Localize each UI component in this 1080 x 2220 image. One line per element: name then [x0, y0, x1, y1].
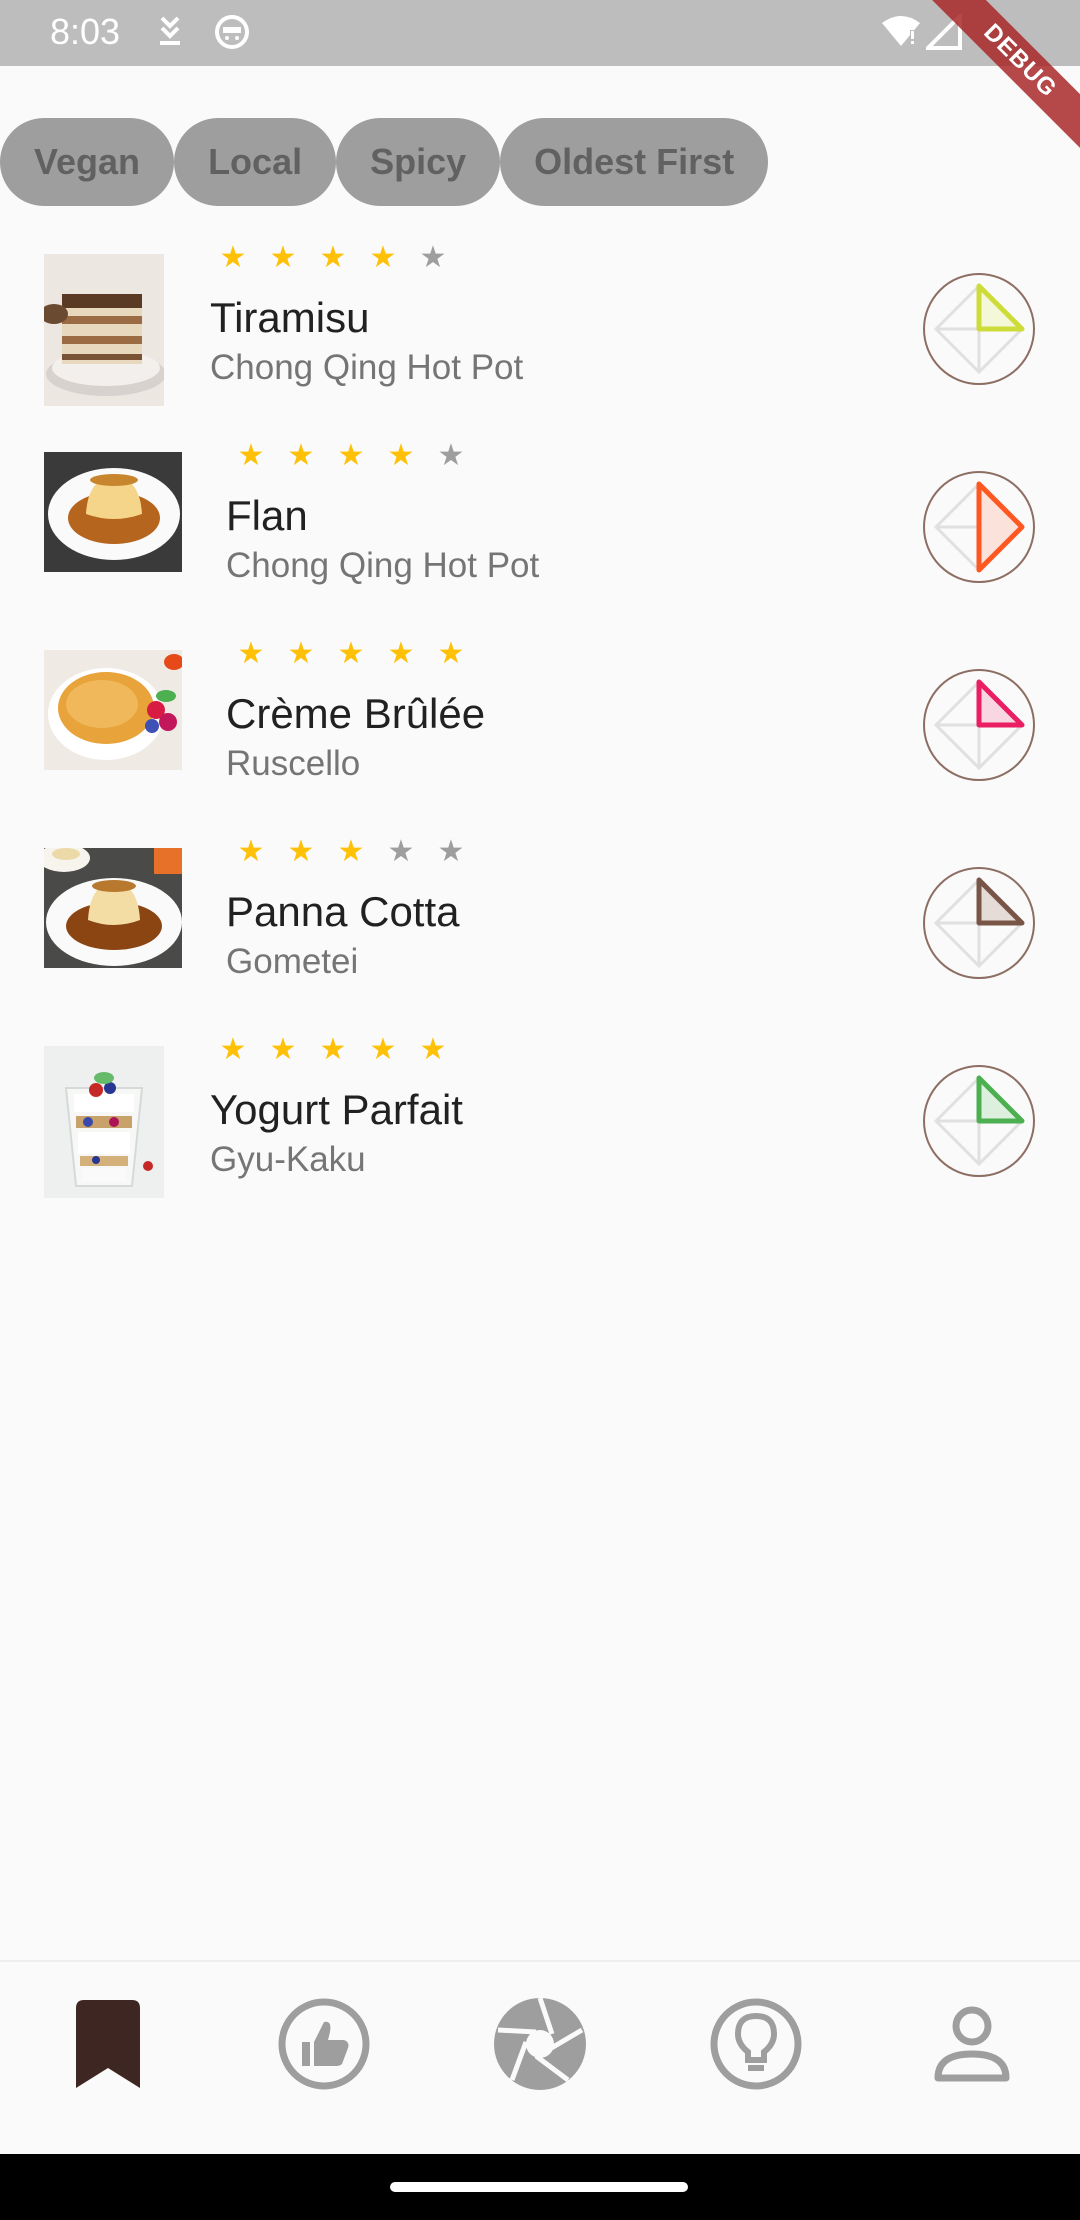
dish-restaurant: Chong Qing Hot Pot [226, 546, 540, 585]
dish-photo [44, 848, 182, 968]
thumb-up-icon [278, 1998, 370, 2090]
star-icon: ★ [387, 439, 415, 472]
lightbulb-icon [710, 1998, 802, 2090]
star-icon: ★ [337, 439, 365, 472]
dish-restaurant: Chong Qing Hot Pot [210, 348, 524, 387]
status-time: 8:03 [50, 11, 121, 52]
nav-profile[interactable] [922, 1994, 1022, 2094]
star-icon: ★ [387, 637, 415, 670]
star-icon: ★ [387, 835, 415, 868]
food-pyramid-button[interactable] [922, 470, 1036, 584]
camera-aperture-icon [494, 1997, 586, 2090]
home-gesture-handle[interactable] [390, 2182, 688, 2192]
dish-name: Panna Cotta [226, 888, 460, 935]
star-icon: ★ [337, 637, 365, 670]
list-item[interactable]: ★ ★ ★ ★ ★ Panna Cotta Gometei [0, 834, 1080, 1032]
dish-photo [44, 254, 164, 406]
rating-stars: ★ ★ ★ ★ ★ [236, 834, 466, 870]
list-item[interactable]: ★ ★ ★ ★ ★ Tiramisu Chong Qing Hot Pot [0, 240, 1080, 438]
rating-stars: ★ ★ ★ ★ ★ [236, 438, 466, 474]
wifi-icon [880, 14, 922, 53]
bookmark-icon [76, 2000, 140, 2088]
star-icon: ★ [369, 241, 397, 274]
star-icon: ★ [287, 637, 315, 670]
dish-name: Crème Brûlée [226, 690, 486, 737]
food-pyramid-button[interactable] [922, 272, 1036, 386]
list-item[interactable]: ★ ★ ★ ★ ★ Yogurt Parfait Gyu-Kaku [0, 1032, 1080, 1230]
nav-lightbulb[interactable] [706, 1994, 806, 2094]
dish-name: Tiramisu [210, 294, 370, 341]
bottom-navigation [0, 1960, 1080, 2156]
dish-restaurant: Gometei [226, 942, 359, 981]
star-icon: ★ [437, 439, 465, 472]
star-icon: ★ [437, 835, 465, 868]
star-icon: ★ [419, 241, 447, 274]
food-pyramid-button[interactable] [922, 668, 1036, 782]
cat-face-icon [214, 14, 250, 55]
filter-chips: Vegan Local Spicy Oldest First [0, 118, 769, 206]
filter-chip-oldest-first[interactable]: Oldest First [500, 118, 769, 206]
download-icon [158, 14, 182, 53]
filter-chip-spicy[interactable]: Spicy [336, 118, 501, 206]
dish-list: ★ ★ ★ ★ ★ Tiramisu Chong Qing Hot Pot ★ … [0, 240, 1080, 1230]
star-icon: ★ [269, 241, 297, 274]
list-item[interactable]: ★ ★ ★ ★ ★ Flan Chong Qing Hot Pot [0, 438, 1080, 636]
dish-photo [44, 452, 182, 572]
dish-name: Yogurt Parfait [210, 1086, 463, 1133]
star-icon: ★ [287, 835, 315, 868]
star-icon: ★ [237, 835, 265, 868]
nav-thumb-up[interactable] [274, 1994, 374, 2094]
dish-restaurant: Ruscello [226, 744, 361, 783]
star-icon: ★ [219, 241, 247, 274]
status-bar: 8:03 [0, 0, 1080, 66]
filter-chip-vegan[interactable]: Vegan [0, 118, 175, 206]
dish-photo [44, 1046, 164, 1198]
system-navigation-bar [0, 2154, 1080, 2220]
star-icon: ★ [219, 1033, 247, 1066]
nav-camera[interactable] [490, 1994, 590, 2094]
star-icon: ★ [437, 637, 465, 670]
rating-stars: ★ ★ ★ ★ ★ [218, 1032, 448, 1068]
nav-bookmark[interactable] [58, 1994, 158, 2094]
star-icon: ★ [287, 439, 315, 472]
rating-stars: ★ ★ ★ ★ ★ [236, 636, 466, 672]
star-icon: ★ [237, 439, 265, 472]
rating-stars: ★ ★ ★ ★ ★ [218, 240, 448, 276]
star-icon: ★ [269, 1033, 297, 1066]
filter-chip-local[interactable]: Local [174, 118, 337, 206]
person-icon [934, 2006, 1010, 2082]
star-icon: ★ [237, 637, 265, 670]
dish-restaurant: Gyu-Kaku [210, 1140, 366, 1179]
star-icon: ★ [319, 1033, 347, 1066]
star-icon: ★ [319, 241, 347, 274]
list-item[interactable]: ★ ★ ★ ★ ★ Crème Brûlée Ruscello [0, 636, 1080, 834]
star-icon: ★ [419, 1033, 447, 1066]
star-icon: ★ [337, 835, 365, 868]
food-pyramid-button[interactable] [922, 1064, 1036, 1178]
food-pyramid-button[interactable] [922, 866, 1036, 980]
star-icon: ★ [369, 1033, 397, 1066]
dish-photo [44, 650, 182, 770]
dish-name: Flan [226, 492, 308, 539]
